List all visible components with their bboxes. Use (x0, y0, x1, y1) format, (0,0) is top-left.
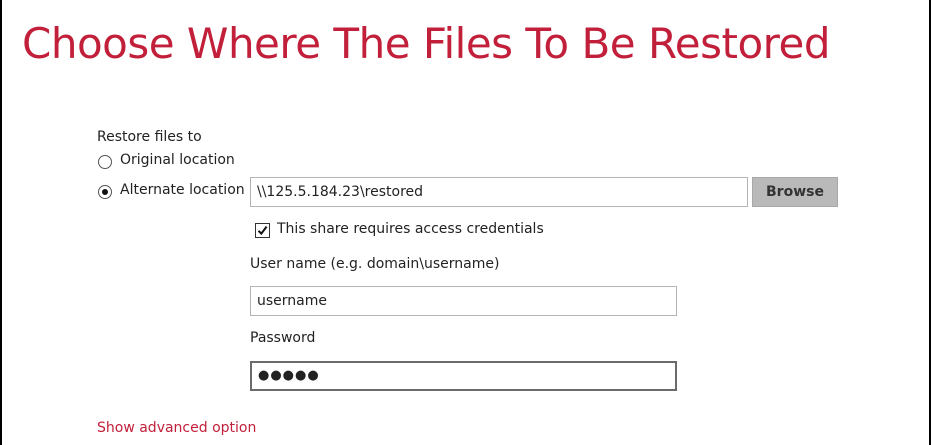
alternate-path-input[interactable]: \\125.5.184.23\restored (250, 177, 748, 207)
original-location-radio[interactable] (98, 155, 112, 169)
radio-selected-dot (102, 189, 108, 195)
show-advanced-option-link[interactable]: Show advanced option (97, 420, 256, 436)
restore-files-to-label: Restore files to (97, 129, 202, 145)
username-input[interactable]: username (250, 286, 677, 316)
restore-destination-page: Choose Where The Files To Be Restored Re… (0, 0, 931, 445)
alternate-location-radio[interactable] (98, 185, 112, 199)
username-label: User name (e.g. domain\username) (250, 256, 500, 272)
browse-button[interactable]: Browse (752, 177, 838, 207)
access-credentials-checkbox[interactable] (255, 223, 270, 238)
access-credentials-label[interactable]: This share requires access credentials (277, 221, 544, 237)
checkmark-icon (257, 225, 268, 236)
alternate-location-label[interactable]: Alternate location (120, 182, 245, 198)
window-border-left (0, 0, 2, 445)
password-input[interactable]: ●●●●● (250, 361, 677, 391)
original-location-label[interactable]: Original location (120, 152, 235, 168)
password-label: Password (250, 330, 316, 346)
page-title: Choose Where The Files To Be Restored (22, 19, 831, 68)
